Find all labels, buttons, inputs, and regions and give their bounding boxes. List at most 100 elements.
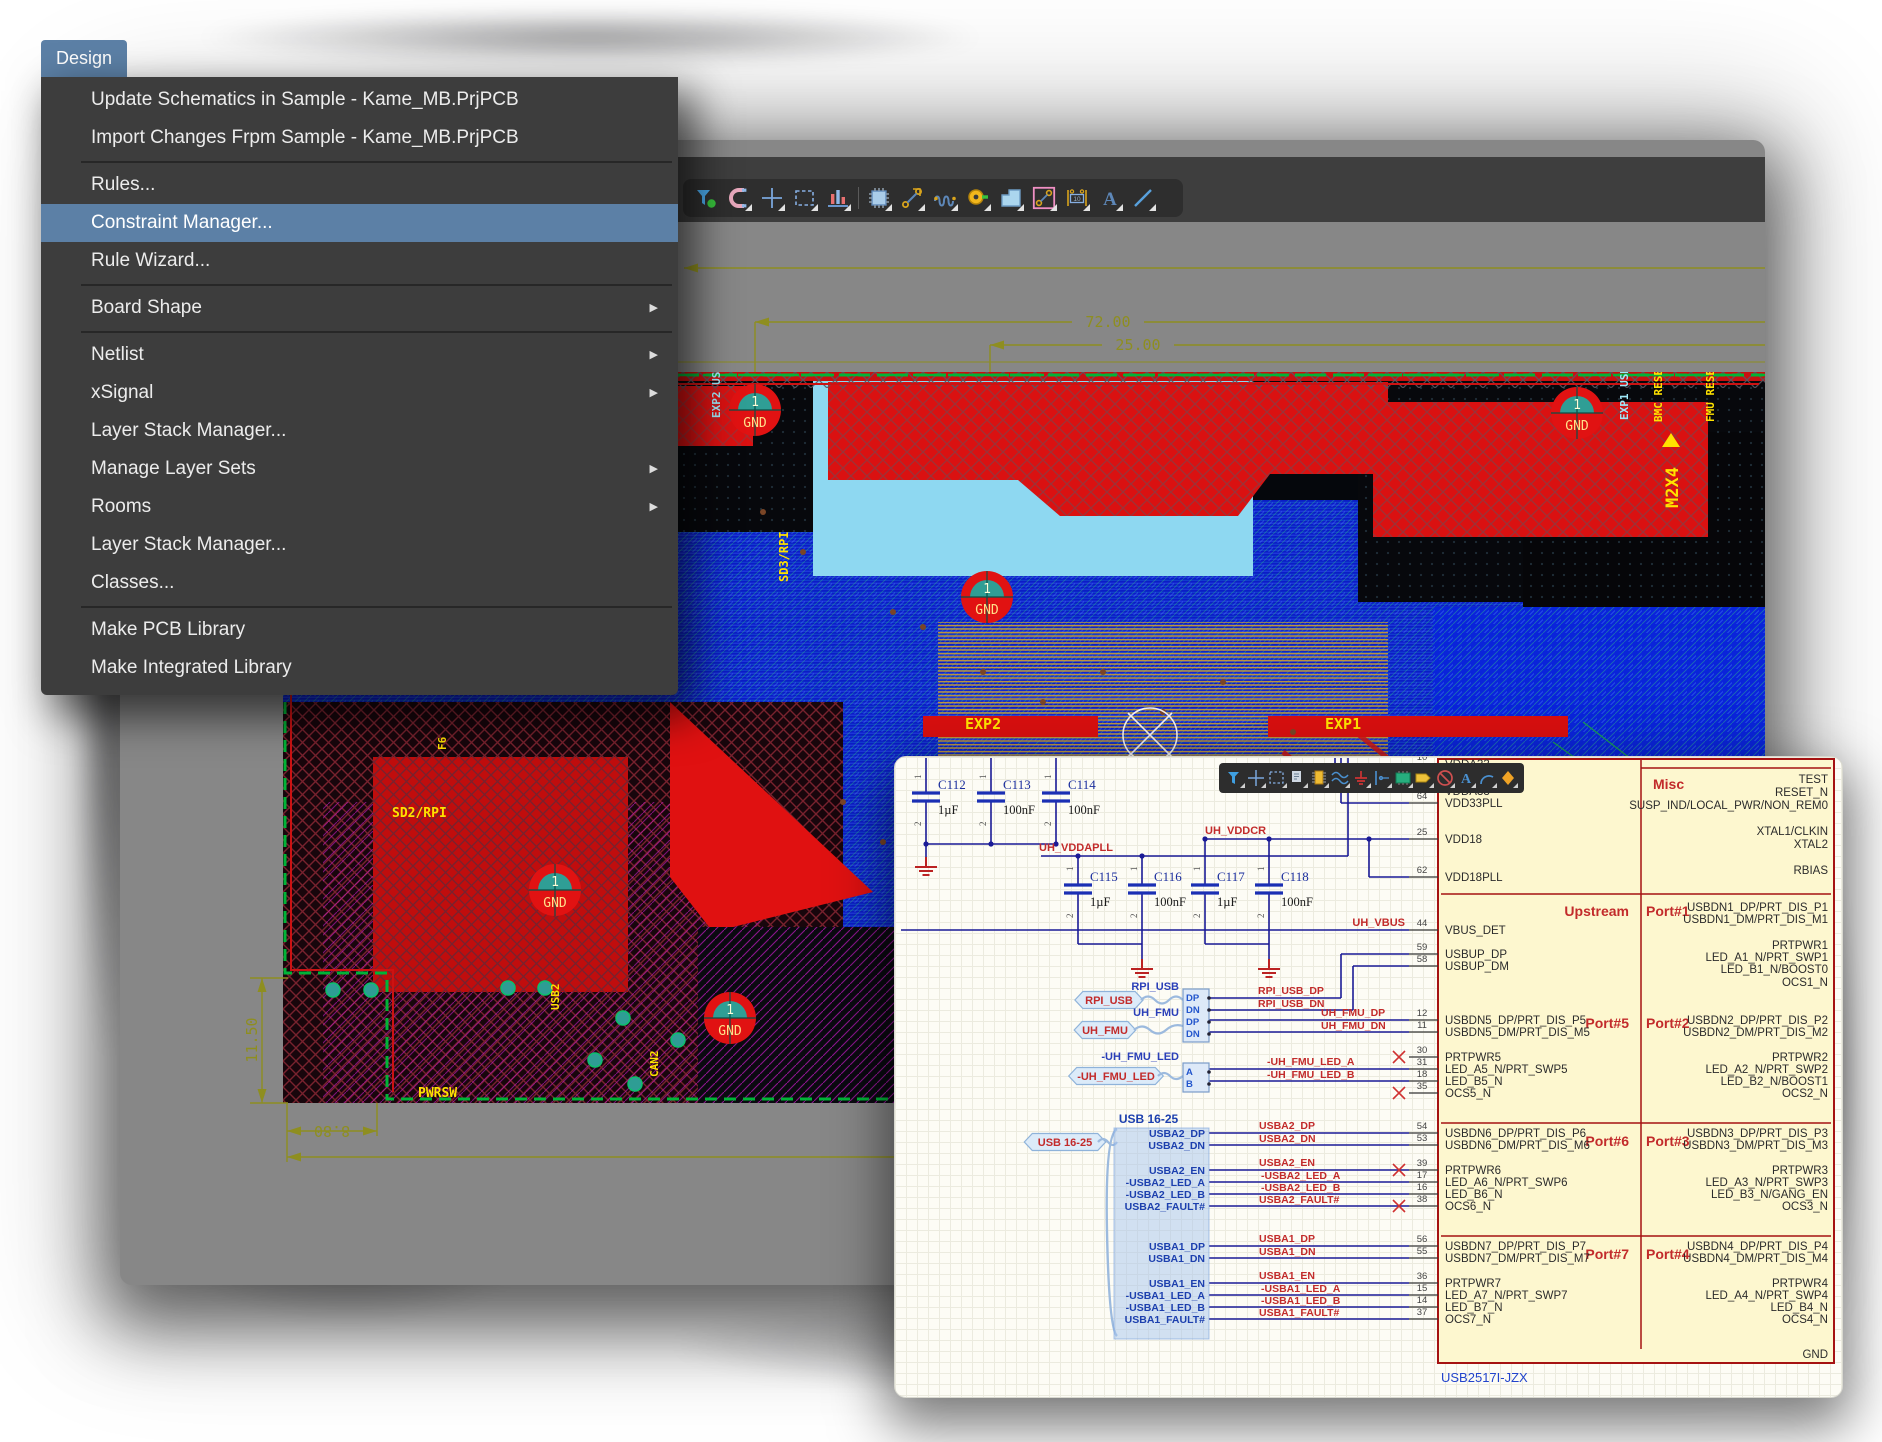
svg-text:PRTPWR5: PRTPWR5 xyxy=(1445,1052,1501,1064)
svg-text:100nF: 100nF xyxy=(1281,895,1313,909)
menu-item-layer-stack-manager[interactable]: Layer Stack Manager... xyxy=(41,526,678,564)
net-tag-uh-fmu-led[interactable]: -UH_FMU_LED xyxy=(1069,1068,1164,1085)
menu-item-layer-stack-manager[interactable]: Layer Stack Manager... xyxy=(41,412,678,450)
menu-item-import-changes-frpm-sample-kame-mb-prjpcb[interactable]: Import Changes Frpm Sample - Kame_MB.Prj… xyxy=(41,119,678,157)
capacitor-c117[interactable]: C1171µF12 xyxy=(1191,867,1245,919)
svg-text:UH_VDDCR: UH_VDDCR xyxy=(1205,825,1266,837)
menu-item-xsignal[interactable]: xSignal▶ xyxy=(41,374,678,412)
capacitor-c114[interactable]: C114100nF12 xyxy=(1042,775,1100,827)
route-icon[interactable] xyxy=(899,185,925,211)
schematic-panel[interactable]: C1121µF12C113100nF12C114100nF12C1151µF12… xyxy=(894,756,1843,1398)
net-tag-uh-fmu[interactable]: UH_FMU xyxy=(1074,1022,1136,1039)
measure-icon[interactable] xyxy=(1372,768,1392,788)
svg-text:PRTPWR6: PRTPWR6 xyxy=(1445,1165,1501,1177)
filter-icon[interactable] xyxy=(1225,768,1245,788)
component-icon[interactable] xyxy=(866,185,892,211)
magnet-icon[interactable] xyxy=(726,185,752,211)
crosshair-icon[interactable] xyxy=(1246,768,1266,788)
svg-text:-UH_FMU_LED: -UH_FMU_LED xyxy=(1077,1071,1155,1083)
menu-item-board-shape[interactable]: Board Shape▶ xyxy=(41,289,678,327)
capacitor-c112[interactable]: C1121µF12 xyxy=(912,775,966,827)
probe-icon[interactable] xyxy=(1498,768,1518,788)
menu-item-make-pcb-library[interactable]: Make PCB Library xyxy=(41,611,678,649)
align-icon[interactable] xyxy=(825,185,851,211)
svg-text:LED_A4_N/PRT_SWP4: LED_A4_N/PRT_SWP4 xyxy=(1705,1290,1828,1302)
schematic-canvas[interactable]: C1121µF12C113100nF12C114100nF12C1151µF12… xyxy=(895,757,1843,1398)
svg-text:37: 37 xyxy=(1417,1307,1428,1318)
svg-text:17: 17 xyxy=(1417,1170,1428,1181)
svg-text:USBA1_DN: USBA1_DN xyxy=(1148,1253,1205,1265)
menu-item-classes[interactable]: Classes... xyxy=(41,564,678,602)
menu-item-update-schematics-in-sample-kame-mb-prjpcb[interactable]: Update Schematics in Sample - Kame_MB.Pr… xyxy=(41,81,678,119)
ground-icon[interactable] xyxy=(1351,768,1371,788)
menu-item-manage-layer-sets[interactable]: Manage Layer Sets▶ xyxy=(41,450,678,488)
select-area-icon[interactable] xyxy=(792,185,818,211)
svg-text:A: A xyxy=(1103,189,1117,210)
svg-text:USBA1_FAULT#: USBA1_FAULT# xyxy=(1259,1307,1339,1319)
filter-icon[interactable] xyxy=(693,185,719,211)
menu-item-constraint-manager[interactable]: Constraint Manager... xyxy=(41,204,678,242)
svg-text:GND: GND xyxy=(975,603,999,618)
selected-route-icon[interactable] xyxy=(1031,185,1057,211)
net-tag-usb-16-25[interactable]: USB 16-25 xyxy=(1024,1134,1105,1151)
svg-text:UH_FMU: UH_FMU xyxy=(1133,1007,1179,1019)
select-area-icon[interactable] xyxy=(1267,768,1287,788)
wire-icon[interactable] xyxy=(1330,768,1350,788)
capacitor-c116[interactable]: C116100nF12 xyxy=(1128,867,1186,919)
no-erc-icon[interactable] xyxy=(1435,768,1455,788)
svg-text:25: 25 xyxy=(1417,827,1428,838)
part-icon[interactable] xyxy=(1393,768,1413,788)
svg-text:USBA2_FAULT#: USBA2_FAULT# xyxy=(1125,1201,1205,1213)
crosshair-icon[interactable] xyxy=(759,185,785,211)
svg-text:VDD33PLL: VDD33PLL xyxy=(1445,798,1503,810)
gnd-pad: 1GND xyxy=(704,992,756,1044)
svg-text:-USBA1_LED_B: -USBA1_LED_B xyxy=(1126,1302,1206,1314)
arc-icon[interactable] xyxy=(1477,768,1497,788)
svg-text:SUSP_IND/LOCAL_PWR/NON_REM0: SUSP_IND/LOCAL_PWR/NON_REM0 xyxy=(1629,800,1828,812)
via-icon[interactable] xyxy=(965,185,991,211)
menu-separator xyxy=(41,327,678,336)
interactive-route-icon[interactable] xyxy=(932,185,958,211)
dimension-icon[interactable]: 10 xyxy=(1064,185,1090,211)
svg-text:14: 14 xyxy=(1417,1295,1428,1306)
silkscreen-label: EXP1 USB xyxy=(1618,372,1631,420)
text-icon[interactable]: A xyxy=(1456,768,1476,788)
menu-item-rules[interactable]: Rules... xyxy=(41,166,678,204)
capacitor-c115[interactable]: C1151µF12 xyxy=(1064,867,1118,919)
capacitor-c118[interactable]: C118100nF12 xyxy=(1255,867,1313,919)
capacitor-c113[interactable]: C113100nF12 xyxy=(977,775,1035,827)
menu-item-rooms[interactable]: Rooms▶ xyxy=(41,488,678,526)
svg-text:-USBA1_LED_B: -USBA1_LED_B xyxy=(1261,1295,1341,1307)
svg-text:1: 1 xyxy=(1043,775,1053,780)
menu-item-rule-wizard[interactable]: Rule Wizard... xyxy=(41,242,678,280)
align-icon[interactable] xyxy=(1288,768,1308,788)
menu-item-make-integrated-library[interactable]: Make Integrated Library xyxy=(41,649,678,687)
schematic-toolbar: A xyxy=(1219,763,1524,793)
svg-text:LED_B4_N: LED_B4_N xyxy=(1770,1302,1828,1314)
svg-text:USBDN2_DP/PRT_DIS_P2: USBDN2_DP/PRT_DIS_P2 xyxy=(1687,1015,1828,1027)
svg-text:C114: C114 xyxy=(1068,777,1096,792)
svg-text:30: 30 xyxy=(1417,1045,1428,1056)
component-icon[interactable] xyxy=(1309,768,1329,788)
svg-text:-USBA2_LED_A: -USBA2_LED_A xyxy=(1126,1177,1206,1189)
line-icon[interactable] xyxy=(1130,185,1156,211)
net-tag-rpi-usb[interactable]: RPI_USB xyxy=(1075,992,1143,1009)
silkscreen-label: EXP2 xyxy=(965,715,1001,733)
chip-usb2517[interactable]: MiscUpstreamPort#1Port#5Port#2Port#6Port… xyxy=(1393,757,1834,1385)
svg-text:LED_B3_N/GANG_EN: LED_B3_N/GANG_EN xyxy=(1711,1189,1828,1201)
net-label-icon[interactable] xyxy=(1414,768,1434,788)
menu-item-netlist[interactable]: Netlist▶ xyxy=(41,336,678,374)
polygon-icon[interactable] xyxy=(998,185,1024,211)
text-icon[interactable]: A xyxy=(1097,185,1123,211)
svg-text:C115: C115 xyxy=(1090,869,1118,884)
svg-text:XTAL1/CLKIN: XTAL1/CLKIN xyxy=(1757,826,1828,838)
svg-text:UH_VBUS: UH_VBUS xyxy=(1352,917,1405,929)
svg-text:18: 18 xyxy=(1417,1069,1428,1080)
svg-text:USBA2_FAULT#: USBA2_FAULT# xyxy=(1259,1194,1339,1206)
svg-text:59: 59 xyxy=(1417,942,1428,953)
svg-text:-USBA2_LED_B: -USBA2_LED_B xyxy=(1261,1182,1341,1194)
svg-text:1µF: 1µF xyxy=(1090,895,1110,909)
menu-design[interactable]: Design xyxy=(41,40,127,77)
ground-symbol xyxy=(915,857,937,875)
svg-text:38: 38 xyxy=(1417,1194,1428,1205)
